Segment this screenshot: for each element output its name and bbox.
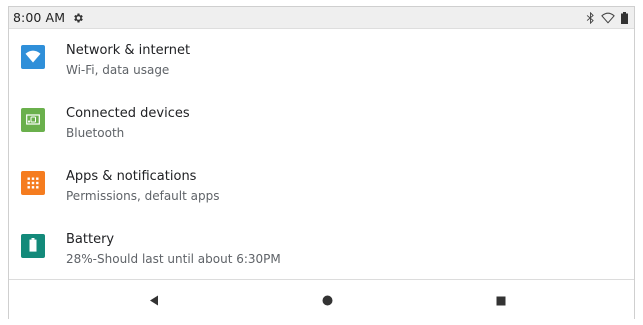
wifi-icon: [25, 48, 41, 67]
gear-icon: [72, 12, 84, 24]
settings-item-subtitle: Bluetooth: [66, 126, 125, 140]
settings-item-battery[interactable]: Battery 28%-Should last until about 6:30…: [9, 218, 634, 281]
settings-item-subtitle: Wi-Fi, data usage: [66, 63, 170, 77]
status-icons: [586, 7, 628, 29]
wifi-icon: [601, 9, 615, 28]
settings-item-apps[interactable]: Apps & notifications Permissions, defaul…: [9, 155, 634, 218]
battery-icon: [29, 237, 37, 256]
devices-icon: [26, 111, 40, 130]
back-button[interactable]: [134, 280, 174, 320]
network-icon-tile: [21, 45, 45, 69]
settings-item-subtitle: Permissions, default apps: [66, 189, 220, 203]
status-bar: 8:00 AM: [9, 7, 634, 29]
device-screen: 8:00 AM Network & internet Wi-Fi, data u…: [8, 6, 635, 319]
apps-grid-icon: [27, 174, 39, 193]
settings-item-title: Battery: [66, 232, 115, 247]
settings-item-connected-devices[interactable]: Connected devices Bluetooth: [9, 92, 634, 155]
settings-item-title: Connected devices: [66, 106, 190, 121]
recents-icon: [496, 291, 506, 310]
status-time: 8:00 AM: [13, 10, 66, 25]
navigation-bar: [9, 279, 634, 319]
battery-icon-tile: [21, 234, 45, 258]
home-button[interactable]: [307, 280, 347, 320]
settings-list: Network & internet Wi-Fi, data usage Con…: [9, 29, 634, 281]
settings-item-title: Network & internet: [66, 43, 191, 58]
devices-icon-tile: [21, 108, 45, 132]
home-icon: [322, 291, 333, 310]
apps-icon-tile: [21, 171, 45, 195]
settings-item-network[interactable]: Network & internet Wi-Fi, data usage: [9, 29, 634, 92]
recents-button[interactable]: [481, 280, 521, 320]
settings-item-subtitle: 28%-Should last until about 6:30PM: [66, 252, 281, 266]
bluetooth-icon: [586, 9, 595, 28]
back-icon: [149, 291, 159, 310]
battery-icon: [621, 9, 628, 28]
settings-item-title: Apps & notifications: [66, 169, 197, 184]
